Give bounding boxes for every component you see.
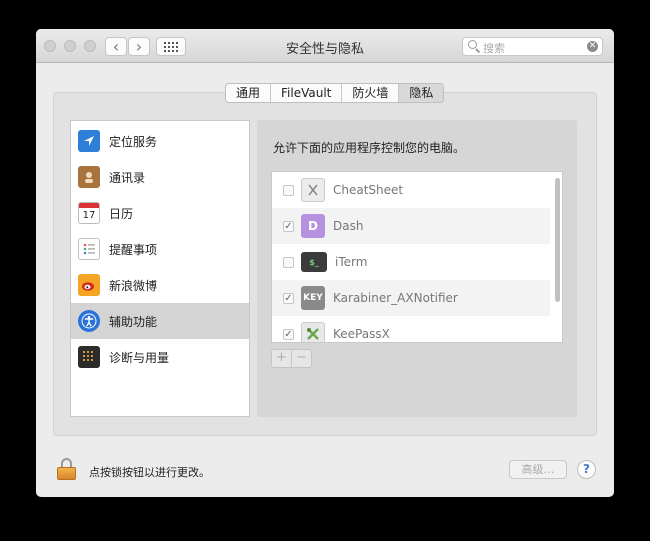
category-contacts[interactable]: 通讯录: [71, 159, 249, 195]
window-title: 安全性与隐私: [285, 42, 364, 57]
privacy-category-list: 定位服务 通讯录 17 日历 提醒事项 新浪微博 辅助功能 诊断与用量: [70, 120, 250, 417]
terminal-prompt: $_: [309, 257, 319, 267]
lock-icon: [57, 467, 76, 480]
category-label: 提醒事项: [109, 242, 158, 257]
app-row-karabiner[interactable]: ✓ KEY Karabiner_AXNotifier: [272, 280, 550, 316]
app-name: CheatSheet: [333, 183, 404, 197]
chevron-left-icon: ‹: [112, 36, 120, 56]
add-remove-control: + −: [271, 349, 312, 368]
app-checkbox[interactable]: ✓: [283, 292, 294, 304]
category-label: 辅助功能: [109, 314, 158, 329]
calendar-day: 17: [82, 209, 96, 221]
app-list-scrollbar[interactable]: [555, 178, 560, 302]
weibo-icon: [78, 274, 100, 296]
accessibility-icon: [78, 310, 100, 332]
search-field[interactable]: 搜索 ✕: [462, 37, 603, 56]
tab-firewall[interactable]: 防火墙: [342, 84, 400, 102]
app-name: Karabiner_AXNotifier: [333, 291, 458, 305]
lock-label: 点按锁按钮以进行更改。: [89, 466, 210, 479]
tab-privacy[interactable]: 隐私: [399, 84, 444, 102]
search-placeholder: 搜索: [483, 42, 505, 55]
back-button[interactable]: ‹: [105, 37, 127, 56]
accessibility-pane: 允许下面的应用程序控制您的电脑。 CheatSheet ✓ D Dash $_: [257, 120, 577, 417]
category-label: 日历: [109, 206, 134, 221]
app-checkbox[interactable]: [283, 184, 294, 196]
tab-filevault[interactable]: FileVault: [271, 84, 343, 102]
category-label: 定位服务: [109, 134, 158, 149]
calendar-icon: 17: [78, 202, 100, 224]
app-list: CheatSheet ✓ D Dash $_ iTerm ✓ KEY Karab…: [271, 171, 563, 343]
app-name: Dash: [333, 219, 364, 233]
location-icon: [78, 130, 100, 152]
category-label: 通讯录: [109, 170, 146, 185]
dash-icon: D: [301, 214, 325, 238]
chevron-right-icon: ›: [135, 36, 143, 56]
close-window-button[interactable]: [44, 40, 56, 52]
category-accessibility[interactable]: 辅助功能: [71, 303, 249, 339]
app-checkbox[interactable]: ✓: [283, 328, 294, 340]
advanced-button[interactable]: 高级…: [509, 460, 567, 479]
add-app-button[interactable]: +: [272, 350, 292, 367]
zoom-window-button[interactable]: [84, 40, 96, 52]
cheatsheet-icon: [301, 178, 325, 202]
app-row-cheatsheet[interactable]: CheatSheet: [272, 172, 550, 208]
iterm-icon: $_: [301, 252, 327, 272]
category-reminders[interactable]: 提醒事项: [71, 231, 249, 267]
minimize-window-button[interactable]: [64, 40, 76, 52]
title-bar: ‹ › 安全性与隐私 搜索 ✕: [36, 29, 614, 63]
tab-general[interactable]: 通用: [226, 84, 272, 102]
app-name: KeePassX: [333, 327, 390, 341]
key-label: KEY: [303, 293, 323, 303]
show-all-button[interactable]: [156, 37, 186, 56]
reminders-icon: [78, 238, 100, 260]
category-calendar[interactable]: 17 日历: [71, 195, 249, 231]
tab-bar: 通用 FileVault 防火墙 隐私: [225, 83, 445, 103]
app-checkbox[interactable]: ✓: [283, 220, 294, 232]
category-location-services[interactable]: 定位服务: [71, 123, 249, 159]
app-checkbox[interactable]: [283, 256, 294, 268]
category-label: 诊断与用量: [109, 350, 170, 365]
app-row-iterm[interactable]: $_ iTerm: [272, 244, 550, 280]
remove-app-button[interactable]: −: [292, 350, 311, 367]
category-diagnostics[interactable]: 诊断与用量: [71, 339, 249, 375]
pane-prompt: 允许下面的应用程序控制您的电脑。: [273, 141, 466, 155]
forward-button[interactable]: ›: [128, 37, 150, 56]
app-row-keepassx[interactable]: ✓ KeePassX: [272, 316, 550, 342]
help-button[interactable]: ?: [577, 460, 596, 479]
contacts-icon: [78, 166, 100, 188]
lock-button[interactable]: [57, 458, 78, 480]
clear-search-icon[interactable]: ✕: [587, 41, 598, 52]
search-icon: [468, 40, 477, 49]
app-row-dash[interactable]: ✓ D Dash: [272, 208, 550, 244]
preferences-window: ‹ › 安全性与隐私 搜索 ✕ 通用 FileVault 防火墙 隐私 定位服务…: [36, 29, 614, 497]
category-sina-weibo[interactable]: 新浪微博: [71, 267, 249, 303]
app-name: iTerm: [335, 255, 368, 269]
keepassx-icon: [301, 322, 325, 342]
category-label: 新浪微博: [109, 278, 158, 293]
karabiner-icon: KEY: [301, 286, 325, 310]
grid-icon: [164, 41, 178, 52]
diagnostics-icon: [78, 346, 100, 368]
dash-letter: D: [308, 219, 318, 233]
